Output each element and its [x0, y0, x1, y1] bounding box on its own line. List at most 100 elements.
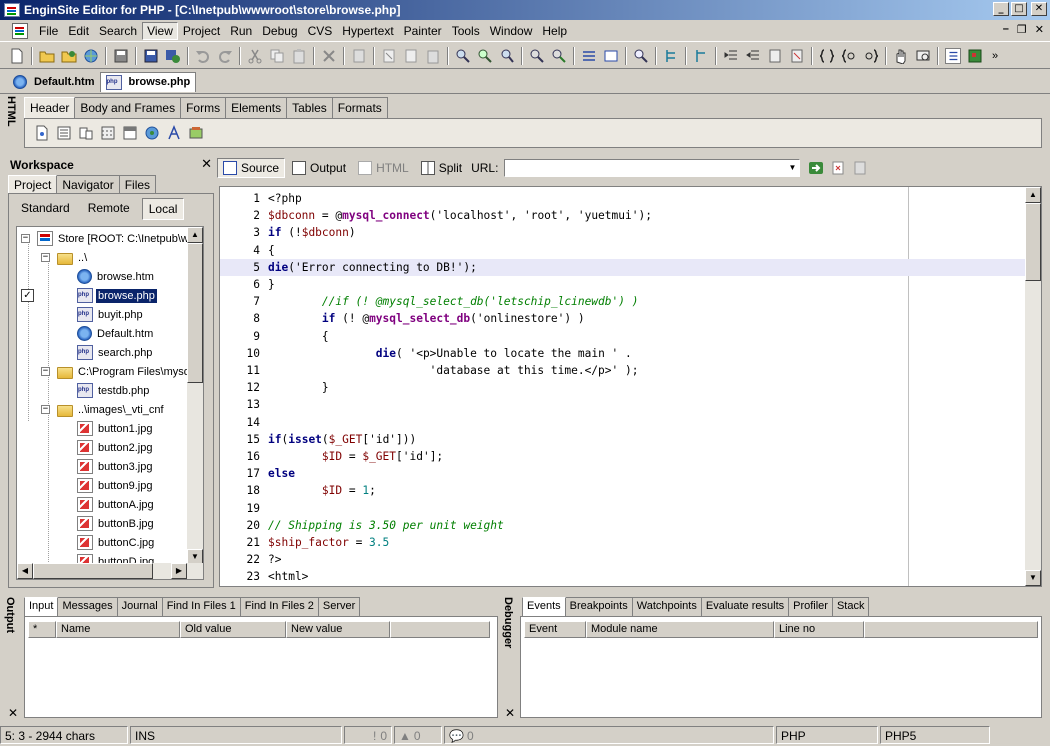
editor-vertical-scrollbar[interactable]: ▲ ▼ [1025, 187, 1041, 586]
tree-expand-icon[interactable] [663, 48, 679, 64]
tree-item[interactable]: button2.jpg [17, 438, 189, 457]
output-column-marker[interactable]: * [28, 621, 56, 638]
menu-debug[interactable]: Debug [257, 22, 302, 40]
menu-file[interactable]: File [34, 22, 63, 40]
save-remote-icon[interactable] [165, 48, 181, 64]
doctab-browse-php[interactable]: browse.php [99, 71, 197, 92]
mdi-close-button[interactable]: ✕ [1035, 23, 1044, 36]
replace-in-files-icon[interactable] [551, 48, 567, 64]
code-line[interactable]: 20 // Shipping is 3.50 per unit weight [220, 517, 1026, 534]
cut-block-icon[interactable] [381, 48, 397, 64]
refresh-output-icon[interactable] [852, 160, 868, 176]
tree-item[interactable]: search.php [17, 343, 189, 362]
split-view-button[interactable]: Split [416, 159, 467, 177]
hand-icon[interactable] [893, 48, 909, 64]
tree-item[interactable]: buttonC.jpg [17, 533, 189, 552]
html-tab-body-and-frames[interactable]: Body and Frames [75, 97, 182, 118]
output-tab-input[interactable]: Input [24, 597, 59, 616]
workspace-tab-project[interactable]: Project [8, 175, 58, 194]
debugger-tab-events[interactable]: Events [522, 597, 566, 616]
find-next-icon[interactable] [499, 48, 515, 64]
scroll-thumb[interactable] [1025, 203, 1041, 281]
debugger-column-line-no[interactable]: Line no [774, 621, 864, 638]
code-line[interactable]: 1 <?php [220, 190, 1026, 207]
html-tab-forms[interactable]: Forms [181, 97, 227, 118]
tree-collapse-icon[interactable]: − [41, 405, 50, 414]
code-line[interactable]: 11 'database at this time.</p>' ); [220, 362, 1026, 379]
html-tab-formats[interactable]: Formats [332, 97, 388, 118]
tree-vertical-scrollbar[interactable]: ▲ ▼ [187, 227, 203, 565]
source-view-button[interactable]: Source [217, 158, 286, 178]
code-block-open-icon[interactable] [841, 48, 857, 64]
run-debug-icon[interactable] [967, 48, 983, 64]
html-link-icon[interactable] [144, 125, 160, 141]
workspace-tab-navigator[interactable]: Navigator [57, 175, 120, 194]
html-font-icon[interactable] [166, 125, 182, 141]
find-in-files-icon[interactable] [529, 48, 545, 64]
url-input[interactable]: ▼ [504, 159, 801, 177]
find-icon[interactable] [455, 48, 471, 64]
debugger-tab-evaluate-results[interactable]: Evaluate results [701, 597, 790, 616]
menu-hypertext[interactable]: Hypertext [337, 22, 398, 40]
go-url-icon[interactable] [808, 160, 824, 176]
debugger-column-event[interactable]: Event [524, 621, 586, 638]
document-icon[interactable] [12, 23, 28, 39]
html-document-icon[interactable] [34, 125, 50, 141]
debugger-tab-watchpoints[interactable]: Watchpoints [632, 597, 702, 616]
code-line[interactable]: 23 <html> [220, 568, 1026, 585]
location-standard-button[interactable]: Standard [15, 198, 76, 220]
scroll-right-icon[interactable]: ▶ [171, 563, 187, 579]
tree-collapse-icon[interactable]: − [41, 253, 50, 262]
outdent-icon[interactable] [745, 48, 761, 64]
tree-item[interactable]: buttonB.jpg [17, 514, 189, 533]
html-view-button[interactable]: HTML [353, 159, 414, 177]
output-column-name[interactable]: Name [56, 621, 180, 638]
html-tab-elements[interactable]: Elements [226, 97, 288, 118]
tree-item[interactable]: − ..\ [17, 248, 189, 267]
tree-item[interactable]: buyit.php [17, 305, 189, 324]
workspace-close-icon[interactable]: ✕ [201, 156, 212, 172]
menu-project[interactable]: Project [178, 22, 225, 40]
menu-edit[interactable]: Edit [63, 22, 94, 40]
output-tab-find-in-files-2[interactable]: Find In Files 2 [240, 597, 319, 616]
tree-item[interactable]: button3.jpg [17, 457, 189, 476]
code-line[interactable]: 8 if (! @mysql_select_db('onlinestore') … [220, 310, 1026, 327]
tree-item[interactable]: testdb.php [17, 381, 189, 400]
zoom-icon[interactable] [633, 48, 649, 64]
tree-item[interactable]: button1.jpg [17, 419, 189, 438]
menu-help[interactable]: Help [537, 22, 572, 40]
debugger-tab-breakpoints[interactable]: Breakpoints [565, 597, 633, 616]
open-project-icon[interactable] [61, 48, 77, 64]
goto-line-icon[interactable] [581, 48, 597, 64]
tree-item[interactable]: browse.htm [17, 267, 189, 286]
tree-collapse-icon[interactable]: − [41, 367, 50, 376]
toolbar-overflow-icon[interactable]: » [992, 50, 998, 62]
code-line[interactable]: 5 die('Error connecting to DB!'); [220, 258, 1026, 276]
maximize-button[interactable]: □ [1011, 2, 1027, 16]
open-folder-icon[interactable] [39, 48, 55, 64]
code-block-icon[interactable] [819, 48, 835, 64]
tree-item[interactable]: Default.htm [17, 324, 189, 343]
debugger-tab-profiler[interactable]: Profiler [789, 597, 833, 616]
tree-item[interactable]: ✓ browse.php [17, 286, 189, 305]
tree-item[interactable]: buttonA.jpg [17, 495, 189, 514]
debugger-close-icon[interactable]: ✕ [505, 706, 515, 720]
code-line[interactable]: 21 $ship_factor = 3.5 [220, 534, 1026, 551]
location-local-button[interactable]: Local [141, 198, 185, 220]
scroll-thumb[interactable] [187, 243, 203, 383]
mdi-restore-button[interactable]: ❐ [1017, 23, 1027, 36]
menu-cvs[interactable]: CVS [303, 22, 338, 40]
html-tab-header[interactable]: Header [24, 97, 76, 119]
delete-icon[interactable] [321, 48, 337, 64]
code-block-close-icon[interactable] [863, 48, 879, 64]
find-replace-icon[interactable] [477, 48, 493, 64]
workspace-tab-files[interactable]: Files [119, 175, 157, 194]
select-all-icon[interactable] [351, 48, 367, 64]
code-line[interactable]: 18 $ID = 1; [220, 482, 1026, 499]
url-dropdown-icon[interactable]: ▼ [785, 160, 799, 176]
bookmark-icon[interactable] [603, 48, 619, 64]
code-line[interactable]: 13 [220, 396, 1026, 413]
scroll-up-icon[interactable]: ▲ [187, 227, 203, 243]
code-editor[interactable]: 1 <?php 2 $dbconn = @mysql_connect('localho… [219, 186, 1042, 587]
tree-item[interactable]: − C:\Program Files\mysql\ [17, 362, 189, 381]
